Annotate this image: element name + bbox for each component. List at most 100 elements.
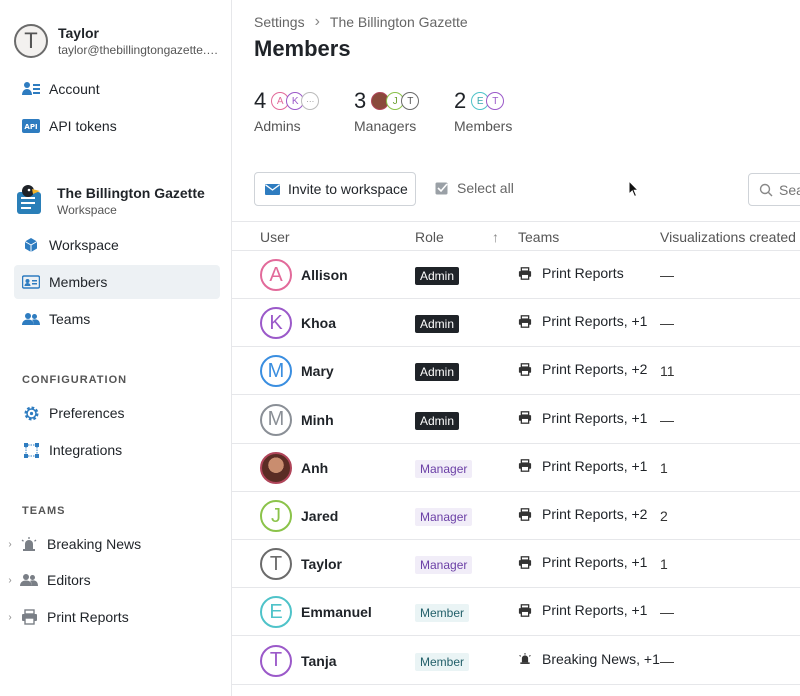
role-badge[interactable]: Admin [415,363,460,382]
visualizations-count: 2 [660,508,668,524]
search-field[interactable] [748,173,800,206]
more-avatars-icon: ··· [301,92,320,110]
stat-label: Managers [354,118,417,134]
chevron-right-icon[interactable]: › [4,612,16,623]
visualizations-count: 1 [660,556,668,573]
stat-admins[interactable]: 4 A K ··· Admins [254,88,320,134]
member-name[interactable]: Mary [301,363,334,379]
stat-managers[interactable]: 3 J T Managers [354,88,420,134]
teams-cell[interactable]: Print Reports, +2 [518,361,647,377]
sort-ascending-icon[interactable]: ↑ [492,229,499,245]
member-name[interactable]: Khoa [301,315,336,331]
role-badge[interactable]: Admin [415,411,460,430]
role-badge[interactable]: Admin [415,315,460,334]
role-badge[interactable]: Admin [415,267,460,285]
table-row[interactable]: A Allison Admin Print Reports — [232,251,800,299]
printer-icon [518,555,532,569]
search-input[interactable] [779,181,800,198]
select-all-button[interactable]: Select all [435,180,514,196]
table-row[interactable]: Anh Manager Print Reports, +1 1 [232,444,800,492]
table-row[interactable]: T Taylor Manager Print Reports, +1 1 [232,540,800,589]
people-icon [20,571,38,589]
account-icon [22,80,40,98]
search-icon [759,183,773,197]
breadcrumb-current: The Billington Gazette [329,14,468,30]
breadcrumb-separator-icon: › [314,13,320,30]
column-header-teams[interactable]: Teams [518,229,559,245]
avatar: K [260,307,292,340]
teams-cell[interactable]: Print Reports, +1 [518,313,647,329]
user-card[interactable]: T Taylor taylor@thebillingtongazette.com [14,24,223,58]
member-name[interactable]: Emmanuel [301,604,372,620]
stat-label: Admins [254,118,301,134]
sidebar-item-preferences[interactable]: Preferences [14,396,220,430]
mouse-cursor-icon [628,179,640,201]
invite-to-workspace-button[interactable]: Invite to workspace [254,172,416,206]
role-badge[interactable]: Manager [415,508,473,526]
member-name[interactable]: Allison [301,267,348,283]
visualizations-count: 11 [660,363,675,380]
stat-members[interactable]: 2 E T Members [454,88,512,134]
breadcrumb-settings-link[interactable]: Settings [254,14,305,30]
stat-count: 2 [454,88,467,113]
visualizations-count: — [660,411,674,428]
id-card-icon [22,273,40,291]
role-badge[interactable]: Manager [415,459,473,478]
page-title: Members [254,36,351,61]
sidebar: T Taylor taylor@thebillingtongazette.com… [0,0,232,696]
avatar: J [260,500,292,532]
siren-icon [518,652,532,665]
member-name[interactable]: Taylor [301,556,342,572]
role-badge[interactable]: Manager [415,556,473,575]
column-header-user[interactable]: User [260,229,290,245]
table-row[interactable]: E Emmanuel Member Print Reports, +1 — [232,588,800,637]
role-badge[interactable]: Member [415,652,470,671]
printer-icon [518,363,532,376]
teams-cell[interactable]: Print Reports, +1 [518,602,647,618]
workspace-card[interactable]: The Billington Gazette Workspace [14,184,205,218]
teams-cell[interactable]: Print Reports [518,265,624,281]
chevron-right-icon[interactable]: › [4,575,16,586]
member-name[interactable]: Tanja [301,653,337,669]
teams-cell[interactable]: Print Reports, +1 [518,410,647,426]
table-row[interactable]: M Minh Admin Print Reports, +1 — [232,396,800,444]
table-row[interactable]: K Khoa Admin Print Reports, +1 — [232,299,800,348]
teams-label: Print Reports, +2 [542,506,648,522]
select-all-label: Select all [457,180,514,196]
table-row[interactable]: M Mary Admin Print Reports, +2 11 [232,347,800,396]
teams-cell[interactable]: Breaking News, +1 [518,651,660,667]
teams-label: Print Reports, +1 [542,313,648,330]
photo-avatar [260,451,292,484]
sidebar-item-account[interactable]: Account [14,72,220,106]
sidebar-item-api-tokens[interactable]: API API tokens [14,109,220,143]
table-row[interactable]: J Jared Manager Print Reports, +2 2 [232,492,800,540]
column-header-role[interactable]: Role [415,229,444,245]
avatar: M [260,403,292,436]
teams-cell[interactable]: Print Reports, +1 [518,554,647,570]
sidebar-item-workspace[interactable]: Workspace [14,228,220,262]
sidebar-team-label: Breaking News [47,536,142,552]
teams-cell[interactable]: Print Reports, +1 [518,458,647,474]
member-name[interactable]: Jared [301,508,338,524]
visualizations-count: — [660,315,674,332]
visualizations-count: — [660,604,674,621]
role-badge[interactable]: Member [415,604,470,623]
member-name[interactable]: Minh [301,412,334,428]
column-header-visualizations[interactable]: Visualizations created [660,229,796,245]
sidebar-item-integrations[interactable]: Integrations [14,433,220,467]
people-icon [22,310,40,328]
sidebar-item-teams[interactable]: Teams [14,302,220,336]
sidebar-team-breaking-news[interactable]: › Breaking News [4,529,141,559]
stat-count: 3 [354,88,367,113]
envelope-icon [265,183,280,195]
sidebar-item-members[interactable]: Members [14,265,220,299]
table-row[interactable]: T Tanja Member Breaking News, +1— [232,637,800,685]
teams-label: Print Reports, +1 [542,457,648,474]
member-name[interactable]: Anh [301,460,328,476]
sidebar-team-print-reports[interactable]: › Print Reports [4,602,128,632]
teams-cell[interactable]: Print Reports, +2 [518,506,647,522]
chevron-right-icon[interactable]: › [4,539,16,550]
printer-icon [518,507,532,521]
teams-heading: TEAMS [22,505,66,517]
sidebar-team-editors[interactable]: › Editors [4,565,90,595]
